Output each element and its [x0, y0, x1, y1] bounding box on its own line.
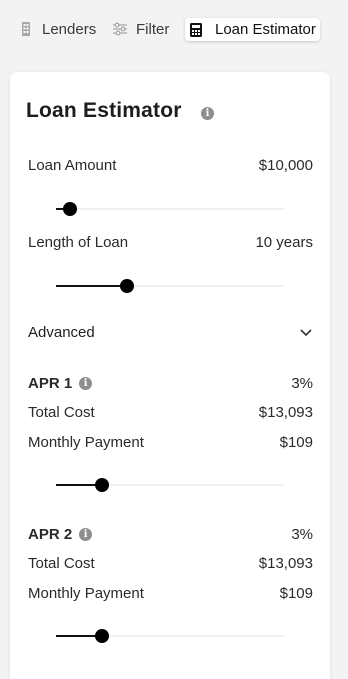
slider-thumb[interactable]: [62, 202, 77, 216]
apr1-rate: 3%: [291, 375, 313, 392]
apr2-rate: 3%: [291, 526, 313, 543]
slider-thumb[interactable]: [94, 629, 109, 643]
loan-length-row: Length of Loan 10 years: [28, 234, 313, 251]
apr1-monthly-label: Monthly Payment: [28, 434, 144, 451]
advanced-toggle[interactable]: Advanced: [28, 324, 313, 341]
apr2-slider[interactable]: [56, 629, 284, 643]
apr2-monthly-label: Monthly Payment: [28, 585, 144, 602]
apr2-total-cost-value: $13,093: [258, 555, 313, 572]
apr1-monthly-value: $109: [279, 434, 313, 451]
apr1-total-cost-row: Total Cost $13,093: [28, 404, 313, 421]
apr2-monthly-value: $109: [279, 585, 313, 602]
apr2-total-cost-row: Total Cost $13,093: [28, 555, 313, 572]
tab-lenders[interactable]: Lenders: [18, 16, 96, 42]
card-title: Loan Estimator: [26, 99, 182, 122]
advanced-label: Advanced: [28, 324, 95, 341]
slider-track: [56, 208, 284, 210]
loan-amount-label: Loan Amount: [28, 157, 117, 174]
building-icon: [18, 21, 34, 37]
apr1-row: APR 1 i 3%: [28, 375, 313, 392]
slider-fill: [56, 285, 127, 287]
slider-thumb[interactable]: [94, 478, 109, 492]
apr2-monthly-row: Monthly Payment $109: [28, 585, 313, 602]
loan-amount-value: $10,000: [258, 157, 313, 174]
apr1-slider[interactable]: [56, 478, 284, 492]
apr2-heading: APR 2 i: [28, 526, 93, 543]
tab-lenders-label: Lenders: [42, 20, 97, 38]
slider-thumb[interactable]: [119, 279, 134, 293]
tab-filter-label: Filter: [136, 20, 170, 38]
apr1-total-cost-value: $13,093: [258, 404, 313, 421]
tab-filter[interactable]: Filter: [112, 16, 169, 42]
chevron-down-icon: [299, 324, 313, 341]
apr2-label: APR 2: [28, 526, 73, 543]
loan-length-value: 10 years: [255, 234, 313, 251]
apr2-row: APR 2 i 3%: [28, 526, 313, 543]
calculator-icon: [189, 22, 205, 38]
apr1-heading: APR 1 i: [28, 375, 93, 392]
tab-bar: Lenders Filter Loan Estimator: [0, 0, 348, 60]
loan-length-slider[interactable]: [56, 279, 284, 293]
loan-amount-row: Loan Amount $10,000: [28, 157, 313, 174]
loan-estimator-card: Loan Estimator i Loan Amount $10,000 Len…: [10, 72, 330, 679]
apr1-total-cost-label: Total Cost: [28, 404, 95, 421]
tab-loan-estimator-label: Loan Estimator: [215, 21, 316, 38]
sliders-icon: [112, 21, 128, 37]
info-icon[interactable]: i: [79, 377, 93, 390]
tab-loan-estimator[interactable]: Loan Estimator: [185, 18, 320, 41]
info-icon[interactable]: i: [201, 107, 214, 120]
loan-length-label: Length of Loan: [28, 234, 129, 251]
info-icon[interactable]: i: [79, 528, 93, 541]
apr1-label: APR 1: [28, 375, 73, 392]
apr2-total-cost-label: Total Cost: [28, 555, 95, 572]
loan-amount-slider[interactable]: [56, 202, 284, 216]
apr1-monthly-row: Monthly Payment $109: [28, 434, 313, 451]
